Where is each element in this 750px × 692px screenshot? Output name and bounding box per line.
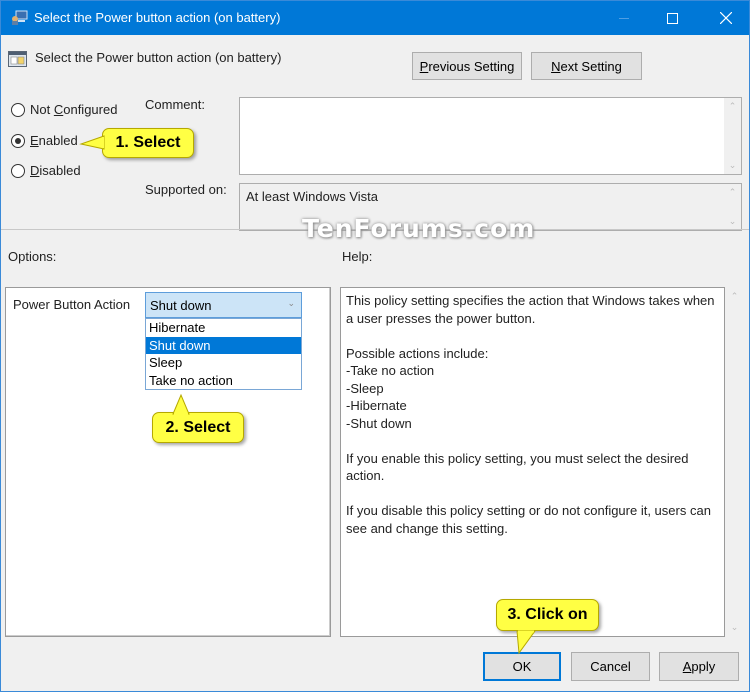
- scroll-up-icon[interactable]: ⌃: [724, 101, 741, 112]
- options-label: Options:: [8, 249, 57, 264]
- policy-dialog: Select the Power button action (on batte…: [0, 0, 750, 692]
- window-title: Select the Power button action (on batte…: [34, 10, 281, 25]
- radio-disabled[interactable]: Disabled: [11, 163, 81, 178]
- title-bar: Select the Power button action (on batte…: [1, 1, 749, 35]
- help-scrollbar[interactable]: ⌃ ⌄: [726, 287, 743, 637]
- power-button-action-combobox[interactable]: Shut down ⌄: [145, 292, 302, 318]
- minimize-icon: [619, 17, 629, 19]
- radio-label: Disabled: [30, 163, 81, 178]
- callout-text: 1. Select: [115, 134, 181, 151]
- help-text: This policy setting specifies the action…: [346, 293, 715, 536]
- dropdown-item-hibernate[interactable]: Hibernate: [146, 319, 301, 337]
- supported-on-value: At least Windows Vista: [246, 189, 378, 204]
- previous-setting-button[interactable]: Previous Setting: [412, 52, 522, 80]
- policy-title: Select the Power button action (on batte…: [35, 50, 282, 65]
- comment-label: Comment:: [145, 97, 205, 112]
- supported-scrollbar[interactable]: ⌃ ⌄: [724, 184, 741, 230]
- supported-on-label: Supported on:: [145, 182, 227, 197]
- radio-enabled[interactable]: Enabled: [11, 133, 78, 148]
- scroll-down-icon[interactable]: ⌄: [724, 160, 741, 171]
- next-setting-button[interactable]: Next Setting: [531, 52, 642, 80]
- power-button-action-label: Power Button Action: [13, 297, 131, 312]
- radio-button-icon[interactable]: [11, 102, 25, 117]
- dropdown-item-take-no-action[interactable]: Take no action: [146, 372, 301, 390]
- callout-pointer: [172, 393, 190, 415]
- maximize-icon: [666, 12, 678, 24]
- chevron-down-icon[interactable]: ⌄: [287, 298, 295, 309]
- radio-not-configured[interactable]: Not Configured: [11, 102, 117, 117]
- previous-label: revious Setting: [428, 58, 515, 74]
- maximize-button[interactable]: [649, 1, 695, 35]
- scroll-down-icon[interactable]: ⌄: [726, 622, 743, 633]
- dropdown-item-shut-down[interactable]: Shut down: [146, 336, 301, 354]
- apply-label: pply: [691, 659, 716, 674]
- policy-setting-icon: [8, 51, 27, 67]
- scroll-down-icon[interactable]: ⌄: [724, 216, 741, 227]
- next-label: ext Setting: [560, 58, 622, 74]
- radio-label: Not Configured: [30, 102, 118, 117]
- scroll-up-icon[interactable]: ⌃: [724, 187, 741, 198]
- callout-step-3: 3. Click on: [496, 599, 599, 655]
- radio-label: Enabled: [30, 133, 78, 148]
- apply-button[interactable]: Apply: [659, 652, 739, 681]
- radio-button-checked-icon[interactable]: [11, 133, 25, 148]
- callout-text: 3. Click on: [507, 606, 588, 623]
- apply-mnemonic: A: [682, 659, 692, 674]
- cancel-button[interactable]: Cancel: [571, 652, 650, 681]
- scroll-up-icon[interactable]: ⌃: [726, 291, 743, 302]
- callout-step-2: 2. Select: [152, 393, 244, 443]
- watermark: TenForums.com: [302, 214, 536, 243]
- dropdown-item-sleep[interactable]: Sleep: [146, 354, 301, 372]
- callout-step-1: 1. Select: [79, 128, 194, 158]
- options-panel: Power Button Action Shut down ⌄ Hibernat…: [5, 287, 331, 637]
- next-mnemonic: N: [551, 58, 561, 74]
- help-panel: This policy setting specifies the action…: [340, 287, 725, 637]
- callout-text: 2. Select: [165, 418, 231, 436]
- close-icon: [720, 12, 732, 24]
- callout-pointer: [516, 630, 536, 655]
- previous-mnemonic: P: [419, 58, 429, 74]
- minimize-button[interactable]: [601, 1, 647, 35]
- close-button[interactable]: [703, 1, 749, 35]
- combobox-value: Shut down: [150, 298, 212, 313]
- comment-scrollbar[interactable]: ⌃ ⌄: [724, 98, 741, 174]
- group-policy-app-icon: [12, 10, 28, 25]
- comment-textarea[interactable]: ⌃ ⌄: [239, 97, 742, 175]
- callout-pointer: [79, 135, 105, 150]
- power-button-action-dropdown: Hibernate Shut down Sleep Take no action: [145, 318, 302, 390]
- ok-button[interactable]: OK: [483, 652, 561, 681]
- help-label: Help:: [342, 249, 373, 264]
- radio-button-icon[interactable]: [11, 163, 25, 178]
